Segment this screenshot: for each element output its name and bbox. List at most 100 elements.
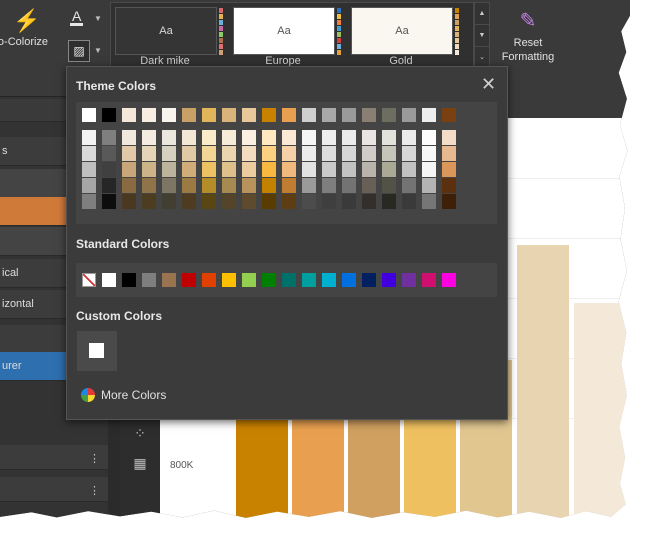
chart-bar[interactable] [404,418,456,518]
chart-bar[interactable] [236,418,288,518]
scroll-down-icon[interactable]: ▼ [475,25,489,47]
standard-color-swatch[interactable] [302,273,316,287]
scatter-icon[interactable]: ⁘ [120,418,160,448]
theme-shade-swatch[interactable] [82,130,96,145]
theme-shade-swatch[interactable] [262,162,276,177]
standard-color-swatch[interactable] [362,273,376,287]
theme-shade-swatch[interactable] [142,146,156,161]
theme-color-swatch[interactable] [302,108,316,122]
theme-shade-swatch[interactable] [442,162,456,177]
theme-shade-swatch[interactable] [162,178,176,193]
standard-color-swatch[interactable] [282,273,296,287]
custom-color-slot[interactable] [77,331,117,371]
theme-shade-swatch[interactable] [322,146,336,161]
standard-color-swatch[interactable] [262,273,276,287]
theme-shade-swatch[interactable] [322,178,336,193]
theme-shade-swatch[interactable] [142,162,156,177]
standard-color-swatch[interactable] [102,273,116,287]
theme-shade-swatch[interactable] [302,146,316,161]
chart-bar[interactable] [292,418,344,518]
theme-shade-swatch[interactable] [322,130,336,145]
standard-color-swatch[interactable] [162,273,176,287]
theme-shade-swatch[interactable] [182,162,196,177]
theme-shade-swatch[interactable] [202,146,216,161]
theme-shade-swatch[interactable] [222,130,236,145]
theme-shade-swatch[interactable] [102,178,116,193]
standard-color-swatch[interactable] [342,273,356,287]
standard-color-swatch[interactable] [442,273,456,287]
standard-color-swatch[interactable] [142,273,156,287]
standard-color-swatch[interactable] [182,273,196,287]
theme-shade-swatch[interactable] [242,162,256,177]
theme-shade-swatch[interactable] [182,130,196,145]
theme-shade-swatch[interactable] [342,130,356,145]
font-color-dropdown-icon[interactable]: ▼ [94,14,102,23]
theme-shade-swatch[interactable] [302,130,316,145]
theme-shade-swatch[interactable] [242,178,256,193]
left-pane-dropdown[interactable]: ⋮ [0,445,108,470]
theme-color-swatch[interactable] [262,108,276,122]
theme-shade-swatch[interactable] [222,162,236,177]
theme-shade-swatch[interactable] [242,194,256,209]
theme-shade-swatch[interactable] [122,194,136,209]
theme-color-swatch[interactable] [422,108,436,122]
theme-shade-swatch[interactable] [242,130,256,145]
theme-shade-swatch[interactable] [422,130,436,145]
theme-shade-swatch[interactable] [102,162,116,177]
theme-color-swatch[interactable] [322,108,336,122]
theme-shade-swatch[interactable] [302,178,316,193]
theme-shade-swatch[interactable] [442,194,456,209]
theme-shade-swatch[interactable] [402,146,416,161]
standard-color-swatch[interactable] [422,273,436,287]
theme-shade-swatch[interactable] [262,146,276,161]
theme-shade-swatch[interactable] [122,130,136,145]
theme-shade-swatch[interactable] [282,130,296,145]
auto-colorize-button[interactable]: ⚡ o-Colorize [0,6,54,48]
theme-shade-swatch[interactable] [342,146,356,161]
theme-color-swatch[interactable] [142,108,156,122]
theme-shade-swatch[interactable] [262,130,276,145]
theme-shade-swatch[interactable] [222,194,236,209]
theme-shade-swatch[interactable] [422,178,436,193]
theme-shade-swatch[interactable] [82,178,96,193]
theme-shade-swatch[interactable] [202,178,216,193]
theme-card-dark-mike[interactable]: Aa [115,7,217,55]
theme-shade-swatch[interactable] [142,194,156,209]
theme-shade-swatch[interactable] [142,178,156,193]
theme-shade-swatch[interactable] [442,178,456,193]
chart-bar[interactable] [517,245,569,518]
theme-shade-swatch[interactable] [302,194,316,209]
theme-shade-swatch[interactable] [382,178,396,193]
fill-color-button[interactable]: ▨ [68,40,90,62]
more-colors-button[interactable]: More Colors [81,386,166,404]
standard-color-swatch[interactable] [382,273,396,287]
theme-shade-swatch[interactable] [362,162,376,177]
theme-shade-swatch[interactable] [162,162,176,177]
chart-bar[interactable] [348,418,400,518]
standard-color-swatch[interactable] [322,273,336,287]
reset-formatting-button[interactable]: ✎ Reset Formatting [498,6,558,64]
theme-shade-swatch[interactable] [182,178,196,193]
theme-shade-swatch[interactable] [282,194,296,209]
theme-card-gold[interactable]: Aa [351,7,453,55]
theme-shade-swatch[interactable] [262,194,276,209]
theme-shade-swatch[interactable] [242,146,256,161]
theme-shade-swatch[interactable] [382,146,396,161]
theme-color-swatch[interactable] [82,108,96,122]
theme-shade-swatch[interactable] [362,130,376,145]
theme-color-swatch[interactable] [242,108,256,122]
theme-shade-swatch[interactable] [362,178,376,193]
theme-color-swatch[interactable] [162,108,176,122]
theme-shade-swatch[interactable] [122,146,136,161]
theme-color-swatch[interactable] [222,108,236,122]
theme-color-swatch[interactable] [342,108,356,122]
custom-color-swatch[interactable] [89,343,104,358]
theme-shade-swatch[interactable] [82,162,96,177]
standard-color-swatch[interactable] [402,273,416,287]
theme-shade-swatch[interactable] [382,194,396,209]
more-icon[interactable]: ⋮ [87,477,100,505]
theme-shade-swatch[interactable] [182,146,196,161]
theme-shade-swatch[interactable] [382,130,396,145]
theme-shade-swatch[interactable] [342,178,356,193]
theme-shade-swatch[interactable] [302,162,316,177]
